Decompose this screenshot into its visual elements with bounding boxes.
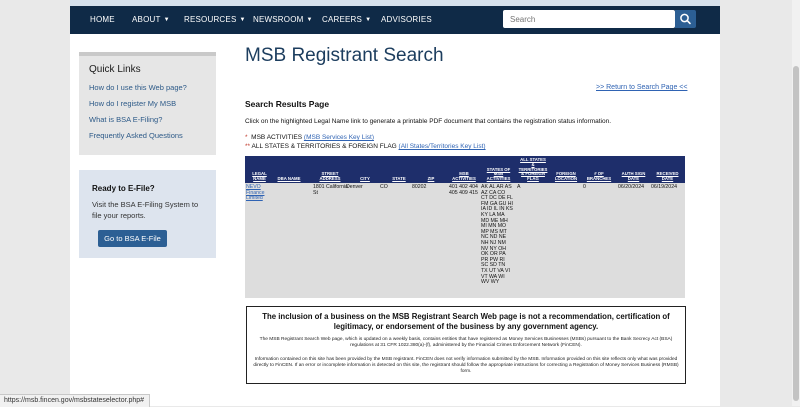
col-zip[interactable]: ZIP bbox=[419, 176, 443, 182]
cell-states: AK AL AR AS AZ CA CO CT DC DE FL FM GA G… bbox=[481, 184, 513, 286]
disclaimer-paragraph-1: The MSB Registrant Search Web page, whic… bbox=[259, 337, 673, 348]
col-legal-name[interactable]: LEGAL NAME bbox=[246, 172, 273, 182]
cell-city: Denver bbox=[346, 184, 363, 190]
col-received-date[interactable]: RECEIVED DATE bbox=[651, 172, 684, 182]
quick-link-register-msb[interactable]: How do I register My MSB bbox=[89, 99, 176, 108]
col-city[interactable]: CITY bbox=[353, 176, 377, 182]
col-msb-activities[interactable]: MSB ACTIVITIES bbox=[451, 172, 477, 182]
nav-resources[interactable]: RESOURCES ▼ bbox=[184, 15, 246, 24]
nav-about[interactable]: ABOUT ▼ bbox=[132, 15, 170, 24]
table-header: LEGAL NAME DBA NAME STREET ADDRESS CITY … bbox=[245, 156, 685, 183]
nav-careers[interactable]: CAREERS ▼ bbox=[322, 15, 371, 24]
nav-home[interactable]: HOME bbox=[90, 15, 115, 24]
legend-msb-activities: * MSB ACTIVITIES (MSB Services Key List) bbox=[245, 134, 374, 141]
quick-link-faq[interactable]: Frequently Asked Questions bbox=[89, 131, 183, 140]
cell-all-states: A bbox=[517, 184, 521, 190]
scrollbar-thumb[interactable] bbox=[793, 66, 799, 401]
nav-advisories[interactable]: ADVISORIES bbox=[381, 15, 432, 24]
all-states-key-list-link[interactable]: (All States/Territories Key List) bbox=[399, 143, 486, 150]
disclaimer-paragraph-2: Information contained on this site has b… bbox=[253, 357, 679, 374]
legend-all-states: ** ALL STATES & TERRITORIES & FOREIGN FL… bbox=[245, 143, 486, 150]
cell-state: CO bbox=[380, 184, 388, 190]
col-auth-sign-date[interactable]: AUTH SIGN DATE bbox=[617, 172, 650, 182]
quick-links-panel: Quick Links How do I use this Web page? … bbox=[79, 52, 216, 155]
caret-down-icon: ▼ bbox=[365, 17, 372, 23]
caret-down-icon: ▼ bbox=[163, 17, 170, 23]
results-heading: Search Results Page bbox=[245, 99, 330, 109]
disclaimer-title: The inclusion of a business on the MSB R… bbox=[262, 312, 670, 331]
col-state[interactable]: STATE bbox=[387, 176, 411, 182]
caret-down-icon: ▼ bbox=[239, 17, 246, 23]
col-dba-name[interactable]: DBA NAME bbox=[275, 176, 303, 182]
search-icon bbox=[680, 13, 691, 25]
col-street-address[interactable]: STREET ADDRESS bbox=[313, 172, 347, 182]
msb-services-key-list-link[interactable]: (MSB Services Key List) bbox=[304, 134, 374, 141]
legal-name-link[interactable]: NEVO Finance Limited bbox=[246, 184, 272, 202]
efile-panel: Ready to E-File? Visit the BSA E-Filing … bbox=[79, 170, 216, 258]
col-all-states-territories[interactable]: ALL STATES & TERRITORIES & FOREIGN FLAG bbox=[518, 157, 548, 182]
go-to-bsa-efile-button[interactable]: Go to BSA E-File bbox=[98, 230, 167, 247]
search-input[interactable] bbox=[503, 10, 675, 28]
efile-title: Ready to E-File? bbox=[92, 184, 155, 193]
top-navigation: HOME ABOUT ▼ RESOURCES ▼ NEWSROOM ▼ CAREERS… bbox=[70, 6, 720, 34]
quick-link-use-page[interactable]: How do I use this Web page? bbox=[89, 83, 187, 92]
quick-links-title: Quick Links bbox=[89, 64, 141, 75]
page-title: MSB Registrant Search bbox=[245, 45, 444, 66]
page-content: Quick Links How do I use this Web page? … bbox=[70, 34, 720, 406]
cell-street: 1801 California St bbox=[313, 184, 348, 196]
caret-down-icon: ▼ bbox=[306, 17, 313, 23]
cell-branches: 0 bbox=[583, 184, 586, 190]
col-branches[interactable]: # OF BRANCHES bbox=[584, 172, 614, 182]
cell-zip: 80202 bbox=[412, 184, 427, 190]
cell-auth-date: 06/20/2024 bbox=[618, 184, 644, 190]
instruction-text: Click on the highlighted Legal Name link… bbox=[245, 118, 612, 125]
cell-received-date: 06/19/2024 bbox=[651, 184, 677, 190]
search-button[interactable] bbox=[675, 10, 696, 28]
results-table: LEGAL NAME DBA NAME STREET ADDRESS CITY … bbox=[245, 156, 685, 298]
col-foreign-location[interactable]: FOREIGN LOCATION bbox=[550, 172, 582, 182]
efile-text: Visit the BSA E-Filing System to file yo… bbox=[92, 200, 199, 220]
quick-link-bsa-efiling[interactable]: What is BSA E-Filing? bbox=[89, 115, 162, 124]
disclaimer-box: The inclusion of a business on the MSB R… bbox=[246, 306, 686, 384]
col-states-of-msb-activities[interactable]: STATES OF MSB ACTIVITIES bbox=[483, 167, 514, 182]
return-to-search-link[interactable]: >> Return to Search Page << bbox=[596, 84, 687, 91]
status-bar-url: https://msb.fincen.gov/msbstateselector.… bbox=[0, 394, 151, 407]
cell-activities: 401 402 404 405 409 415 bbox=[449, 184, 478, 196]
nav-newsroom[interactable]: NEWSROOM ▼ bbox=[253, 15, 313, 24]
